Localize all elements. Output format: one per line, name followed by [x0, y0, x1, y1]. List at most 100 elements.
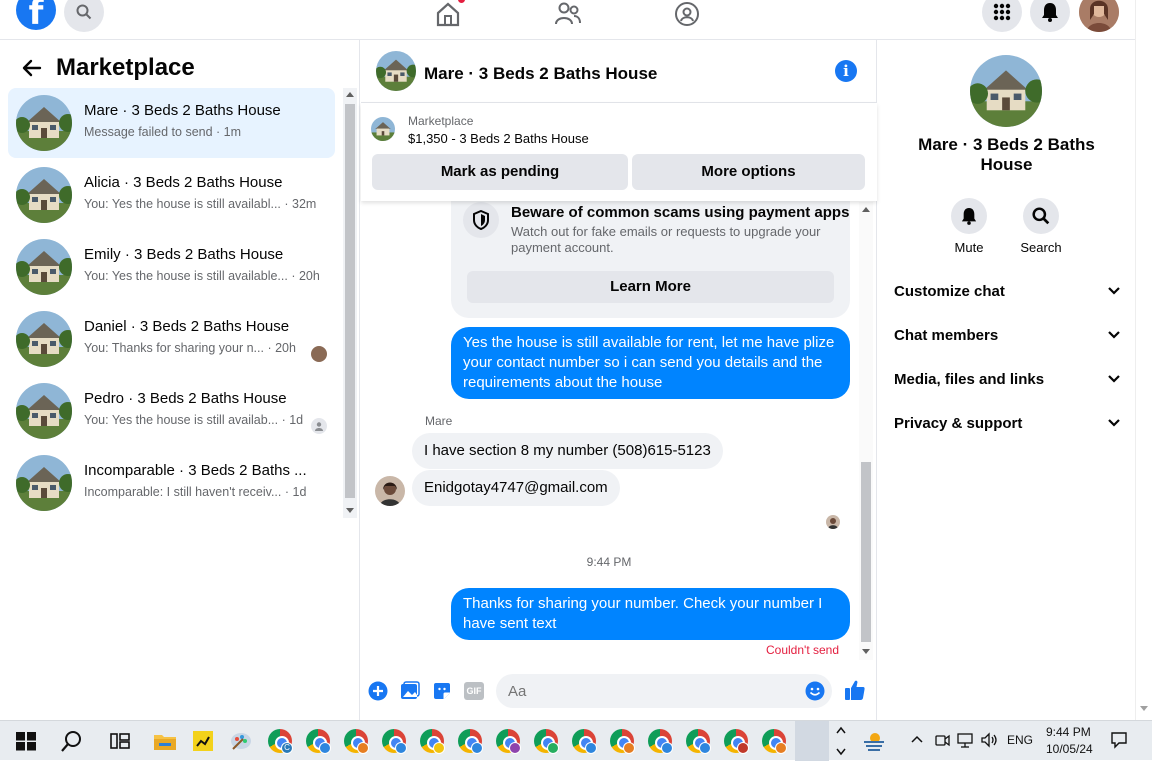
conversation-item[interactable]: Daniel · 3 Beds 2 Baths House You: Thanks… — [8, 304, 335, 374]
conversation-item[interactable]: Emily · 3 Beds 2 Baths House You: Yes the… — [8, 232, 335, 302]
house-photo — [16, 383, 72, 439]
scrollbar-thumb[interactable] — [345, 104, 355, 498]
scroll-down-icon[interactable] — [1140, 706, 1148, 712]
chrome-window-icon[interactable] — [686, 729, 711, 754]
groups-icon — [675, 2, 699, 26]
sender-name: Mare — [425, 414, 453, 428]
clock-time[interactable]: 9:44 PM — [1046, 725, 1091, 739]
notifications-button[interactable] — [1030, 0, 1070, 32]
info-icon[interactable]: i — [835, 60, 857, 82]
notification-center-icon[interactable] — [1110, 731, 1128, 749]
person-icon — [315, 422, 323, 431]
privacy-support-row[interactable]: Privacy & support — [894, 415, 1120, 439]
scroll-down-icon[interactable] — [346, 508, 354, 514]
chat-scrollbar[interactable] — [859, 202, 873, 660]
house-photo — [16, 455, 72, 511]
clock-date[interactable]: 10/05/24 — [1046, 742, 1093, 756]
conversation-title: Incomparable · 3 Beds 2 Baths ... — [84, 462, 307, 479]
conversation-house-thumbnail — [16, 455, 72, 511]
chrome-window-icon[interactable] — [382, 729, 407, 754]
page-scrollbar[interactable] — [1135, 0, 1152, 720]
chrome-window-icon[interactable]: C — [268, 729, 293, 754]
facebook-logo[interactable]: f — [16, 0, 56, 33]
photo-icon[interactable] — [400, 681, 420, 701]
chrome-window-icon[interactable] — [572, 729, 597, 754]
conversation-item[interactable]: Incomparable · 3 Beds 2 Baths ... Incompa… — [8, 448, 335, 518]
home-tab[interactable] — [428, 0, 468, 32]
chrome-window-icon[interactable] — [420, 729, 445, 754]
conversation-item[interactable]: Pedro · 3 Beds 2 Baths House You: Yes the… — [8, 376, 335, 446]
chrome-window-icon[interactable] — [306, 729, 331, 754]
chrome-window-icon[interactable] — [762, 729, 787, 754]
gif-icon[interactable]: GIF — [464, 682, 484, 700]
listing-price-title[interactable]: $1,350 - 3 Beds 2 Baths House — [408, 131, 589, 146]
customize-chat-row[interactable]: Customize chat — [894, 283, 1120, 307]
search-action[interactable]: Search — [1011, 198, 1071, 255]
chat-house-thumbnail[interactable] — [376, 51, 416, 91]
conversation-item[interactable]: Alicia · 3 Beds 2 Baths House You: Yes th… — [8, 160, 335, 230]
thumbs-up-icon[interactable] — [844, 679, 866, 701]
windows-start-icon[interactable] — [14, 729, 38, 753]
volume-icon[interactable] — [981, 732, 999, 748]
active-window-highlight — [795, 721, 829, 761]
message-input[interactable] — [508, 674, 788, 708]
chrome-window-icon[interactable] — [610, 729, 635, 754]
menu-button[interactable] — [982, 0, 1022, 32]
chrome-window-icon[interactable] — [534, 729, 559, 754]
paint-app-icon[interactable] — [229, 729, 253, 753]
weather-icon[interactable] — [862, 729, 886, 753]
conversation-scrollbar[interactable] — [343, 88, 357, 518]
task-view-icon[interactable] — [108, 729, 132, 753]
chevron-down-icon — [1108, 419, 1120, 427]
profile-avatar[interactable] — [1079, 0, 1119, 32]
input-language[interactable]: ENG — [1007, 733, 1033, 747]
mute-action[interactable]: Mute — [939, 198, 999, 255]
scroll-up-icon[interactable] — [346, 91, 354, 97]
search-icon[interactable] — [60, 729, 84, 753]
taskbar-overflow-arrows-icon[interactable] — [836, 725, 846, 757]
learn-more-button[interactable]: Learn More — [467, 271, 834, 303]
outgoing-message[interactable]: Yes the house is still available for ren… — [451, 327, 850, 399]
row-label: Chat members — [894, 327, 999, 344]
media-files-links-row[interactable]: Media, files and links — [894, 371, 1120, 395]
chat-title[interactable]: Mare · 3 Beds 2 Baths House — [424, 64, 657, 84]
chrome-window-icon[interactable] — [344, 729, 369, 754]
profile-badge-icon — [395, 742, 407, 754]
tray-chevron-up-icon[interactable] — [911, 735, 923, 743]
scrollbar-thumb[interactable] — [861, 462, 871, 642]
more-options-button[interactable]: More options — [632, 154, 865, 190]
sender-avatar[interactable] — [375, 476, 405, 506]
file-explorer-icon[interactable] — [153, 729, 177, 753]
scroll-down-icon[interactable] — [862, 649, 870, 655]
chrome-window-icon[interactable] — [458, 729, 483, 754]
chrome-window-icon[interactable] — [724, 729, 749, 754]
conversation-item[interactable]: Mare · 3 Beds 2 Baths House Message faile… — [8, 88, 335, 158]
plus-circle-icon[interactable] — [368, 681, 388, 701]
back-arrow-icon[interactable] — [20, 56, 44, 80]
message-composer[interactable] — [496, 674, 832, 708]
meet-icon[interactable] — [934, 732, 950, 748]
conversation-preview: Message failed to send · 1m — [84, 125, 242, 139]
friends-tab[interactable] — [548, 0, 588, 32]
emoji-icon[interactable] — [805, 681, 825, 701]
conversation-house-thumbnail — [16, 239, 72, 295]
profile-badge-icon — [357, 742, 369, 754]
profile-badge-icon — [737, 742, 749, 754]
search-button[interactable] — [64, 0, 104, 32]
details-house-photo[interactable] — [970, 55, 1042, 127]
mark-pending-button[interactable]: Mark as pending — [372, 154, 628, 190]
outgoing-message-failed[interactable]: Thanks for sharing your number. Check yo… — [451, 588, 850, 640]
send-error-label[interactable]: Couldn't send — [766, 643, 839, 657]
groups-tab[interactable] — [667, 0, 707, 32]
chat-members-row[interactable]: Chat members — [894, 327, 1120, 351]
sticker-icon[interactable] — [432, 681, 452, 701]
profile-badge-icon — [319, 742, 331, 754]
network-icon[interactable] — [957, 732, 975, 748]
incoming-message[interactable]: Enidgotay4747@gmail.com — [412, 470, 620, 506]
chrome-window-icon[interactable] — [648, 729, 673, 754]
chrome-window-icon[interactable] — [496, 729, 521, 754]
incoming-message[interactable]: I have section 8 my number (508)615-5123 — [412, 433, 723, 469]
listing-thumbnail[interactable] — [371, 117, 395, 141]
scroll-up-icon[interactable] — [862, 206, 870, 212]
sticky-notes-icon[interactable] — [191, 729, 215, 753]
